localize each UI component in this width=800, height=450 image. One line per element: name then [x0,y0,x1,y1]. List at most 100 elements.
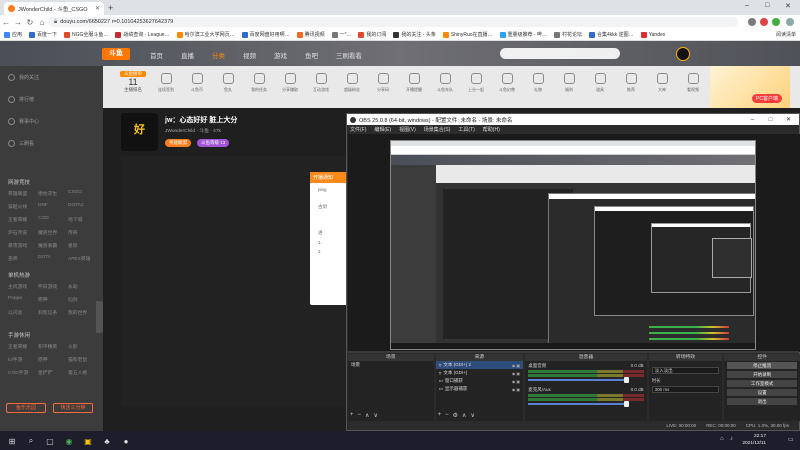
source-settings-gear-icon[interactable]: ⚙ [453,412,458,419]
category-link[interactable]: 主机游戏 [8,283,38,290]
category-link[interactable]: 绝地求生 [38,190,68,197]
browser-tab[interactable]: JWonderChild - 斗鱼_CSGO ✕ [4,2,104,15]
toolbar-item[interactable]: 鱼丸 [217,73,239,93]
remove-scene-button[interactable]: − [358,412,362,419]
toolbar-item[interactable]: 斗鱼车队 [434,73,456,93]
bookmark-item[interactable]: 一"… [331,31,351,38]
category-link[interactable]: COD手游 [8,369,38,376]
sidebar-item[interactable]: 三刷看 [8,140,34,147]
toolbar-item[interactable]: 大神 [651,73,673,93]
category-link[interactable]: 暴雪游戏 [8,242,38,249]
obs-taskbar-icon[interactable]: ● [120,435,132,447]
sidebar-bottom-button[interactable]: 鱼乐乐园 [6,403,46,413]
category-link[interactable]: DOTA [38,255,68,262]
visibility-eye-icon[interactable]: ◉ ▣ [512,363,520,368]
source-item[interactable]: ▭ 显示器捕获 ◉ ▣ [436,385,524,393]
remove-source-button[interactable]: − [445,412,449,419]
volume-slider[interactable] [528,401,630,407]
start-button[interactable]: ⊞ [6,435,18,447]
bookmark-item[interactable]: 我的订阅 [358,31,386,38]
maximize-button[interactable]: □ [765,2,769,9]
user-avatar[interactable] [676,47,690,61]
move-up-button[interactable]: ∧ [365,412,369,419]
reading-list[interactable]: 阅读清单 [776,31,796,38]
toolbar-item[interactable]: 连续签到 [155,73,177,93]
obs-menu-item[interactable]: 帮助(H) [483,126,500,133]
task-view-icon[interactable]: ▢ [44,435,56,447]
obs-preview[interactable] [348,134,800,352]
category-link[interactable]: 穿越火线 [8,203,38,210]
category-link[interactable]: 地下城 [68,216,98,223]
category-link[interactable]: 魔兽世界 [38,229,68,236]
chrome-icon[interactable]: ◉ [63,435,75,447]
nav-item[interactable]: 鱼吧 [305,50,318,60]
toolbar-item[interactable]: 礼物 [527,73,549,93]
sidebar-item[interactable]: 排行榜 [8,96,34,103]
clock[interactable]: 22:17 2021/12/11 [742,433,766,447]
category-link[interactable]: 原神 [38,356,68,363]
category-link[interactable]: CSGO [68,190,98,197]
category-link[interactable]: 王者荣耀 [8,216,38,223]
nav-item[interactable]: 三刷看看 [336,50,362,60]
visibility-eye-icon[interactable]: ◉ ▣ [512,379,520,384]
obs-menu-item[interactable]: 工具(T) [458,126,474,133]
bookmark-item[interactable]: 合集4kkk 逆图… [589,31,634,38]
move-up-button[interactable]: ∧ [462,412,466,419]
nav-item[interactable]: 首页 [150,50,163,60]
category-link[interactable]: 第五人格 [68,369,98,376]
extension-icon-2[interactable] [760,18,768,26]
obs-menu-item[interactable]: 场景集合(S) [424,126,451,133]
back-arrow-icon[interactable]: ← [0,18,12,27]
app-icon[interactable]: ▣ [82,435,94,447]
category-link[interactable]: 刺客信条 [38,309,68,316]
obs-menu-item[interactable]: 文件(F) [350,126,366,133]
control-button[interactable]: 设置 [727,389,797,396]
steam-icon[interactable]: ♣ [101,435,113,447]
toolbar-item[interactable]: 分享码 [372,73,394,93]
notification-icon[interactable]: ▭ [788,436,794,443]
profile-avatar[interactable] [786,18,794,26]
toolbar-item[interactable]: 斗鱼币 [186,73,208,93]
forward-arrow-icon[interactable]: → [12,18,24,27]
category-link[interactable]: 金铲铲 [38,369,68,376]
address-bar[interactable]: 🔒︎ douyu.com/6650227 r=0.101042536276423… [48,17,738,27]
extension-icon[interactable] [748,18,756,26]
volume-slider[interactable] [528,377,630,383]
toolbar-item[interactable]: 斗鱼幻兽 [496,73,518,93]
bookmark-item[interactable]: 战绩查询 - League… [115,31,170,38]
category-link[interactable]: DOTA2 [68,203,98,210]
control-button[interactable]: 工作室模式 [727,380,797,387]
bookmark-item[interactable]: ShinyRuo在直播… [442,31,493,38]
add-scene-button[interactable]: + [350,412,354,419]
new-tab-button[interactable]: + [108,3,113,13]
source-item[interactable]: T 文本 (GDI+) ◉ ▣ [436,369,524,377]
control-button[interactable]: 开始录制 [727,371,797,378]
bookmark-item[interactable]: 百度网盘好用啊… [241,31,290,38]
category-link[interactable]: COD [38,216,68,223]
category-link[interactable]: 以闪亮 [8,309,38,316]
obs-minimize-button[interactable]: – [745,117,760,123]
toolbar-item[interactable]: 道具 [589,73,611,93]
bookmark-item[interactable]: Yandex [640,31,665,38]
sidebar-item[interactable]: 我的关注 [8,74,39,81]
category-link[interactable]: lol手游 [8,356,38,363]
duration-field[interactable]: 300 ms [651,386,720,393]
category-link[interactable]: 我的世界 [68,309,98,316]
promo-banner[interactable]: PC客户端 [710,66,790,108]
category-link[interactable]: DNF [38,203,68,210]
bookmark-item[interactable]: NGG全服斗鱼… [64,31,108,38]
toolbar-item[interactable]: 互动游戏 [310,73,332,93]
category-link[interactable]: 王者荣耀 [8,343,38,350]
toolbar-item[interactable]: 看视频 [682,73,704,93]
nav-item[interactable]: 游戏 [274,50,287,60]
add-source-button[interactable]: + [438,412,442,419]
obs-maximize-button[interactable]: □ [763,117,778,123]
category-link[interactable]: Peppa [8,296,38,303]
category-link[interactable]: 星际 [68,242,98,249]
bookmark-item[interactable]: 重量级推荐 - 哔… [499,31,547,38]
move-down-button[interactable]: ∨ [470,412,474,419]
source-item[interactable]: T 文本 (GDI+) 2 ◉ ▣ [435,361,524,369]
streamer-avatar[interactable]: 好 [121,113,158,151]
extension-icon-3[interactable] [772,18,780,26]
category-link[interactable]: 仙剑 [68,296,98,303]
